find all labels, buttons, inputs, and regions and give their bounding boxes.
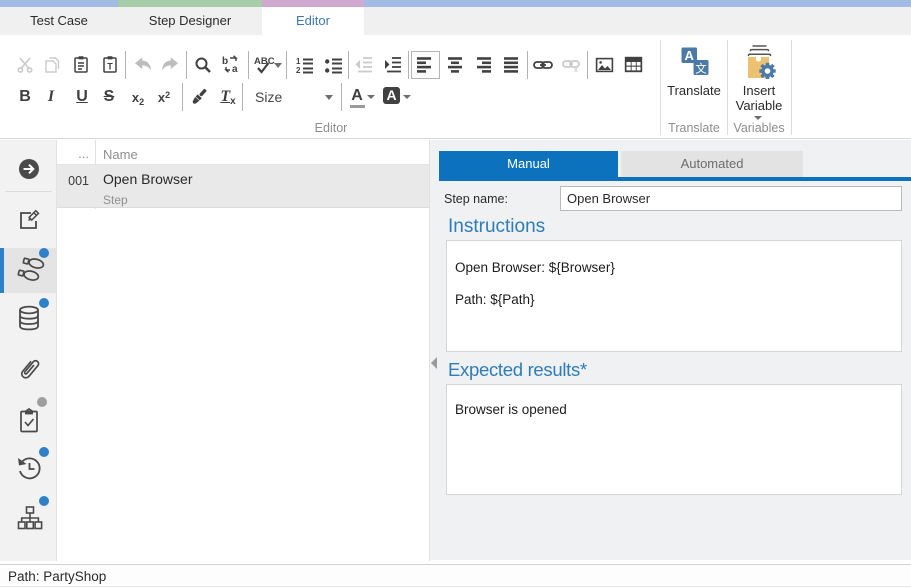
svg-text:2: 2 <box>296 66 301 74</box>
svg-text:文: 文 <box>695 62 707 76</box>
svg-text:x: x <box>574 67 578 72</box>
svg-text:b: b <box>222 56 228 67</box>
svg-text:T: T <box>107 62 113 72</box>
svg-text:1: 1 <box>296 57 301 66</box>
svg-text:A: A <box>685 48 695 63</box>
svg-text:ABC: ABC <box>254 56 275 67</box>
svg-text:a: a <box>232 64 238 74</box>
